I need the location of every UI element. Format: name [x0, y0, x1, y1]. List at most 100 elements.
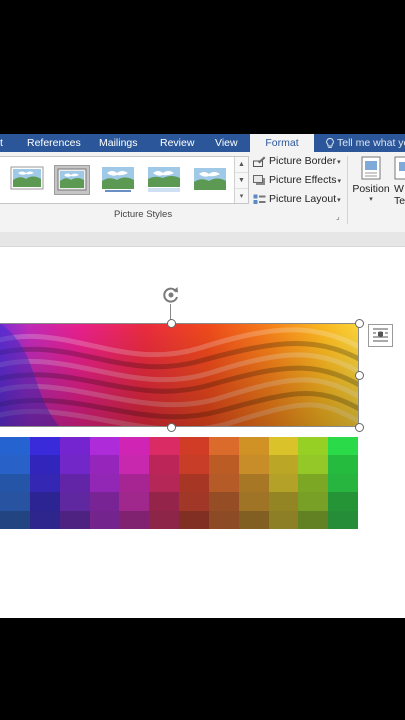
- picture-layout-button[interactable]: Picture Layout▾: [253, 191, 341, 208]
- picture-style-thumb-5[interactable]: [193, 165, 227, 193]
- color-grid-cell: [208, 473, 239, 493]
- gallery-scroll: ▲ ▼ ▾: [234, 157, 248, 203]
- color-grid-cell: [268, 455, 299, 474]
- color-grid-cell: [89, 510, 120, 529]
- color-grid-cell: [179, 437, 209, 456]
- ruler-gap: [0, 232, 405, 247]
- document-page: [0, 247, 405, 618]
- color-grid-cell: [298, 510, 329, 529]
- tab-view[interactable]: View: [215, 134, 238, 152]
- color-grid-cell: [328, 437, 358, 456]
- color-grid-cell: [0, 510, 30, 529]
- tab-mailings[interactable]: Mailings: [99, 134, 138, 152]
- picture-effects-label: Picture Effects: [269, 174, 337, 186]
- color-grid-cell: [179, 473, 209, 493]
- color-grid-cell: [328, 510, 358, 529]
- tab-references[interactable]: References: [27, 134, 81, 152]
- group-separator: [347, 156, 348, 224]
- color-grid-cell: [89, 473, 120, 493]
- color-grid-cell: [0, 492, 30, 511]
- picture-style-thumb-2[interactable]: [54, 165, 90, 195]
- color-grid-cell: [149, 455, 179, 474]
- color-grid-cell: [59, 473, 90, 493]
- color-grid-cell: [149, 492, 179, 511]
- position-label: Position: [352, 183, 390, 195]
- color-grid-cell: [208, 455, 239, 474]
- color-grid-cell: [208, 510, 239, 529]
- color-grid-cell: [149, 437, 179, 456]
- picture-border-button[interactable]: Picture Border▾: [253, 153, 341, 170]
- tab-insert-partial[interactable]: t: [0, 134, 10, 152]
- picture-border-icon: [253, 156, 266, 167]
- color-grid-cell: [179, 455, 209, 474]
- color-grid-cell: [238, 510, 269, 529]
- color-grid-cell: [268, 437, 299, 456]
- color-grid-cell: [208, 492, 239, 511]
- picture-style-thumb-4[interactable]: [147, 165, 181, 193]
- picture-styles-gallery[interactable]: ▲ ▼ ▾: [0, 156, 249, 204]
- resize-handle-bottom-right[interactable]: [355, 423, 364, 432]
- position-button[interactable]: Position ▾: [352, 156, 390, 203]
- color-grid-cell: [238, 492, 269, 511]
- resize-handle-bottom[interactable]: [167, 423, 176, 432]
- position-icon: [361, 156, 381, 180]
- color-grid-cell: [119, 510, 150, 529]
- wrap-text-icon: [394, 156, 405, 180]
- color-grid-cell: [268, 473, 299, 493]
- color-grid-cell: [298, 492, 329, 511]
- ribbon-tab-bar: t References Mailings Review View Format…: [0, 134, 405, 152]
- wrap-text-button[interactable]: W Te: [394, 156, 405, 207]
- gallery-more-icon[interactable]: ▾: [235, 189, 248, 204]
- tab-review[interactable]: Review: [160, 134, 194, 152]
- color-grid-cell: [179, 492, 209, 511]
- ribbon-format: ▲ ▼ ▾ Picture Styles ⌟ Picture Border▾ P…: [0, 152, 405, 233]
- rotate-handle-icon[interactable]: [161, 285, 181, 305]
- color-grid-cell: [298, 437, 329, 456]
- color-grid-cell: [0, 437, 30, 456]
- tell-me-box[interactable]: Tell me what yo: [326, 134, 405, 152]
- color-grid-image[interactable]: [0, 437, 358, 529]
- gallery-down-icon[interactable]: ▼: [235, 173, 248, 189]
- color-grid-cell: [298, 455, 329, 474]
- color-grid-cell: [119, 473, 150, 493]
- resize-handle-right[interactable]: [355, 371, 364, 380]
- dialog-launcher-icon[interactable]: ⌟: [336, 212, 340, 221]
- color-grid-cell: [238, 437, 269, 456]
- color-grid-cell: [298, 473, 329, 493]
- gallery-up-icon[interactable]: ▲: [235, 157, 248, 173]
- layout-options-button[interactable]: [368, 324, 393, 347]
- color-grid-cell: [268, 510, 299, 529]
- color-grid-cell: [119, 437, 150, 456]
- color-grid-cell: [119, 492, 150, 511]
- color-grid-cell: [59, 492, 90, 511]
- resize-handle-top-right[interactable]: [355, 319, 364, 328]
- color-grid-cell: [208, 437, 239, 456]
- color-grid-cell: [89, 455, 120, 474]
- picture-style-thumb-3[interactable]: [101, 165, 135, 193]
- picture-effects-icon: [253, 174, 265, 185]
- color-grid-cell: [328, 455, 358, 474]
- color-grid-cell: [238, 455, 269, 474]
- tell-me-text: Tell me what yo: [337, 137, 405, 149]
- resize-handle-top[interactable]: [167, 319, 176, 328]
- color-grid-cell: [119, 455, 150, 474]
- color-grid-cell: [149, 510, 179, 529]
- color-grid-cell: [59, 437, 90, 456]
- color-grid-cell: [0, 455, 30, 474]
- picture-layout-label: Picture Layout: [269, 193, 337, 205]
- selection-frame: [0, 323, 359, 427]
- tab-format[interactable]: Format: [250, 134, 314, 152]
- picture-effects-button[interactable]: Picture Effects▾: [253, 172, 341, 189]
- color-grid-cell: [238, 473, 269, 493]
- color-grid-cell: [328, 473, 358, 493]
- picture-layout-icon: [253, 194, 266, 204]
- color-grid-cell: [268, 492, 299, 511]
- lightbulb-icon: [326, 137, 334, 148]
- color-grid-cell: [59, 455, 90, 474]
- color-grid-cell: [59, 510, 90, 529]
- color-grid-cell: [29, 510, 60, 529]
- picture-border-label: Picture Border: [269, 155, 337, 167]
- wrap-text-label-1: W: [394, 183, 404, 195]
- color-grid-cell: [89, 437, 120, 456]
- picture-style-thumb-1[interactable]: [10, 165, 44, 193]
